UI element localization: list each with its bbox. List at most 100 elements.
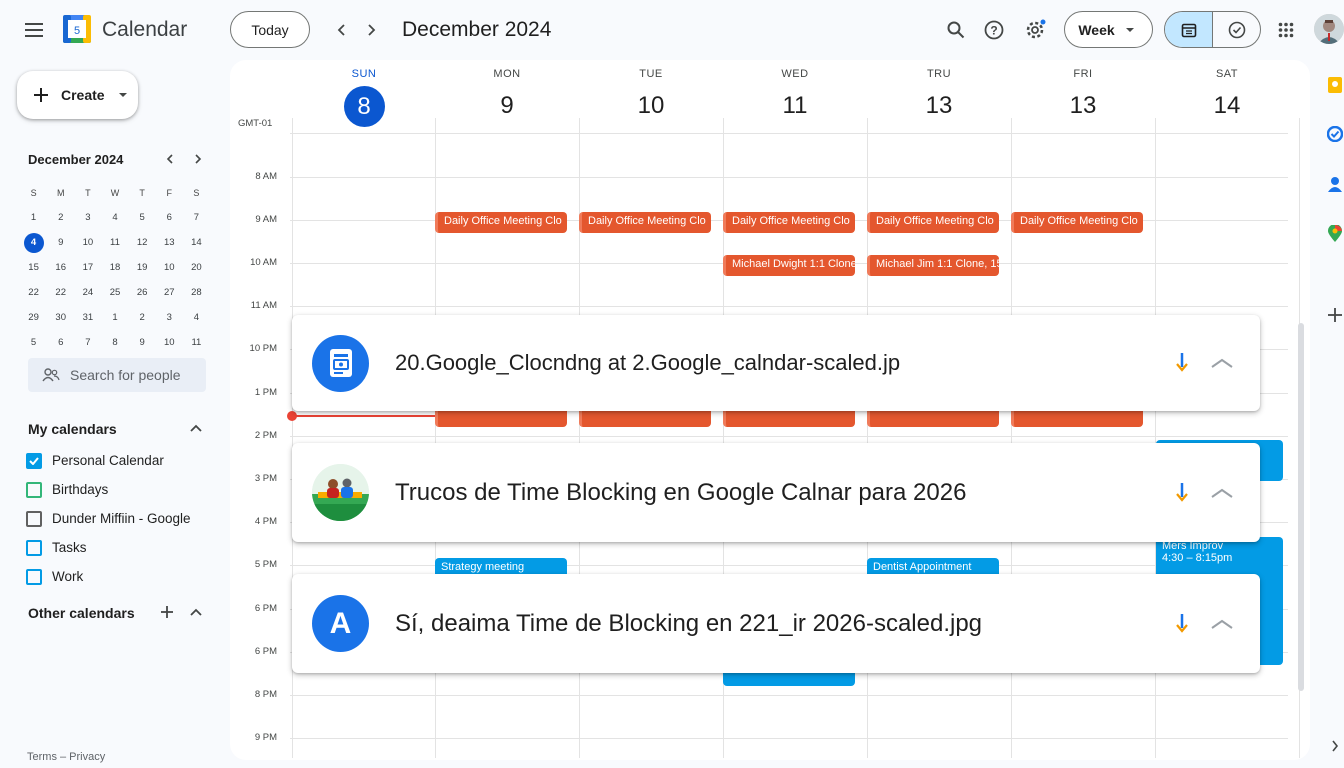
calendar-checkbox[interactable] (26, 510, 42, 527)
mini-day[interactable]: 22 (20, 287, 47, 298)
mini-day[interactable]: 18 (101, 262, 128, 273)
mini-day[interactable]: 5 (129, 212, 156, 223)
calendar-item[interactable]: Personal Calendar (26, 446, 216, 475)
get-addons-button[interactable] (1326, 306, 1344, 324)
daily-meeting-event[interactable]: Daily Office Meeting Clo (867, 212, 999, 233)
calendar-item[interactable]: Work (26, 562, 216, 591)
mini-day[interactable]: 19 (129, 262, 156, 273)
today-button[interactable]: Today (230, 11, 310, 48)
mini-day[interactable]: 4 (101, 212, 128, 223)
daily-meeting-event[interactable]: Daily Office Meeting Clo (723, 212, 855, 233)
my-calendars-collapse-button[interactable] (183, 415, 209, 441)
day-number[interactable]: 13 (867, 86, 1011, 126)
result-card-2[interactable]: Trucos de Time Blocking en Google Calnar… (292, 443, 1260, 542)
calendar-mode-button[interactable] (1165, 12, 1213, 47)
add-other-calendar-button[interactable] (154, 599, 180, 625)
mini-day[interactable]: 25 (101, 287, 128, 298)
main-menu-button[interactable] (20, 16, 50, 44)
mini-day[interactable]: 15 (20, 262, 47, 273)
next-week-button[interactable] (357, 16, 385, 44)
mini-day[interactable]: 10 (74, 237, 101, 248)
day-number[interactable]: 8 (292, 86, 436, 127)
mini-day[interactable]: 24 (74, 287, 101, 298)
mini-day[interactable]: 7 (183, 212, 210, 223)
create-button[interactable]: Create (17, 71, 138, 119)
result-card-3[interactable]: A Sí, deaima Time de Blocking en 221_ir … (292, 574, 1260, 673)
day-header[interactable]: FRI 13 (1011, 68, 1155, 126)
calendar-item[interactable]: Tasks (26, 533, 216, 562)
mini-next-month-button[interactable] (185, 146, 211, 172)
mini-day[interactable]: 20 (183, 262, 210, 273)
day-number[interactable]: 13 (1011, 86, 1155, 126)
download-button[interactable] (1162, 352, 1202, 374)
tasks-mode-button[interactable] (1213, 12, 1260, 47)
help-button[interactable]: ? (978, 14, 1010, 46)
account-avatar[interactable] (1314, 14, 1344, 44)
keep-button[interactable] (1326, 76, 1344, 94)
mini-day[interactable]: 16 (47, 262, 74, 273)
mini-day[interactable]: 1 (20, 212, 47, 223)
search-button[interactable] (940, 14, 972, 46)
day-header[interactable]: SAT 14 (1155, 68, 1299, 126)
maps-button[interactable] (1326, 225, 1344, 243)
mini-day[interactable]: 13 (156, 237, 183, 248)
day-number[interactable]: 10 (579, 86, 723, 126)
mini-day[interactable]: 27 (156, 287, 183, 298)
view-selector[interactable]: Week (1064, 11, 1153, 48)
mini-day[interactable]: 8 (101, 337, 128, 348)
other-calendars-collapse-button[interactable] (183, 599, 209, 625)
mini-day[interactable]: 2 (47, 212, 74, 223)
mini-day[interactable]: 3 (74, 212, 101, 223)
mini-day[interactable]: 4 (20, 232, 47, 253)
one-on-one-event[interactable]: Michael Jim 1:1 Clone, 15 (867, 255, 999, 276)
day-number[interactable]: 14 (1155, 86, 1299, 126)
collapse-card-button[interactable] (1202, 488, 1242, 498)
mini-day[interactable]: 29 (20, 312, 47, 323)
calendar-item[interactable]: Birthdays (26, 475, 216, 504)
calendar-checkbox[interactable] (26, 481, 42, 498)
calendar-item[interactable]: Dunder Miffiin - Google (26, 504, 216, 533)
mini-day[interactable]: 9 (47, 237, 74, 248)
mini-prev-month-button[interactable] (157, 146, 183, 172)
tasks-button[interactable] (1326, 125, 1344, 143)
mini-day[interactable]: 30 (47, 312, 74, 323)
apps-button[interactable] (1270, 14, 1302, 46)
mini-day[interactable]: 6 (47, 337, 74, 348)
daily-meeting-event[interactable]: Daily Office Meeting Clo (1011, 212, 1143, 233)
expand-panel-button[interactable] (1326, 737, 1344, 755)
mini-day[interactable]: 11 (101, 237, 128, 248)
mini-day[interactable]: 31 (74, 312, 101, 323)
mini-day[interactable]: 6 (156, 212, 183, 223)
one-on-one-event[interactable]: Michael Dwight 1:1 Clone (723, 255, 855, 276)
mini-day[interactable]: 28 (183, 287, 210, 298)
settings-button[interactable] (1019, 14, 1051, 46)
mini-day[interactable]: 5 (20, 337, 47, 348)
day-number[interactable]: 9 (435, 86, 579, 126)
mini-day[interactable]: 12 (129, 237, 156, 248)
download-button[interactable] (1162, 613, 1202, 635)
calendar-checkbox[interactable] (26, 539, 42, 556)
download-button[interactable] (1162, 482, 1202, 504)
mini-day[interactable]: 11 (183, 337, 210, 348)
mini-day[interactable]: 3 (156, 312, 183, 323)
calendar-checkbox[interactable] (26, 568, 42, 585)
day-header[interactable]: MON 9 (435, 68, 579, 126)
contacts-button[interactable] (1326, 175, 1344, 193)
week-scrollbar[interactable] (1298, 323, 1304, 691)
mini-day[interactable]: 10 (156, 262, 183, 273)
mini-day[interactable]: 7 (74, 337, 101, 348)
day-header[interactable]: TRU 13 (867, 68, 1011, 126)
terms-privacy-link[interactable]: Terms – Privacy (27, 751, 105, 763)
day-number[interactable]: 11 (723, 86, 867, 126)
search-people-input[interactable]: Search for people (28, 358, 206, 392)
day-header[interactable]: WED 11 (723, 68, 867, 126)
mini-day[interactable]: 2 (129, 312, 156, 323)
daily-meeting-event[interactable]: Daily Office Meeting Clo (435, 212, 567, 233)
mini-day[interactable]: 17 (74, 262, 101, 273)
result-card-1[interactable]: 20.Google_Clocndng at 2.Google_calndar-s… (292, 315, 1260, 411)
day-header[interactable]: SUN 8 (292, 68, 436, 127)
daily-meeting-event[interactable]: Daily Office Meeting Clo (579, 212, 711, 233)
mini-day[interactable]: 14 (183, 237, 210, 248)
previous-week-button[interactable] (328, 16, 356, 44)
day-header[interactable]: TUE 10 (579, 68, 723, 126)
